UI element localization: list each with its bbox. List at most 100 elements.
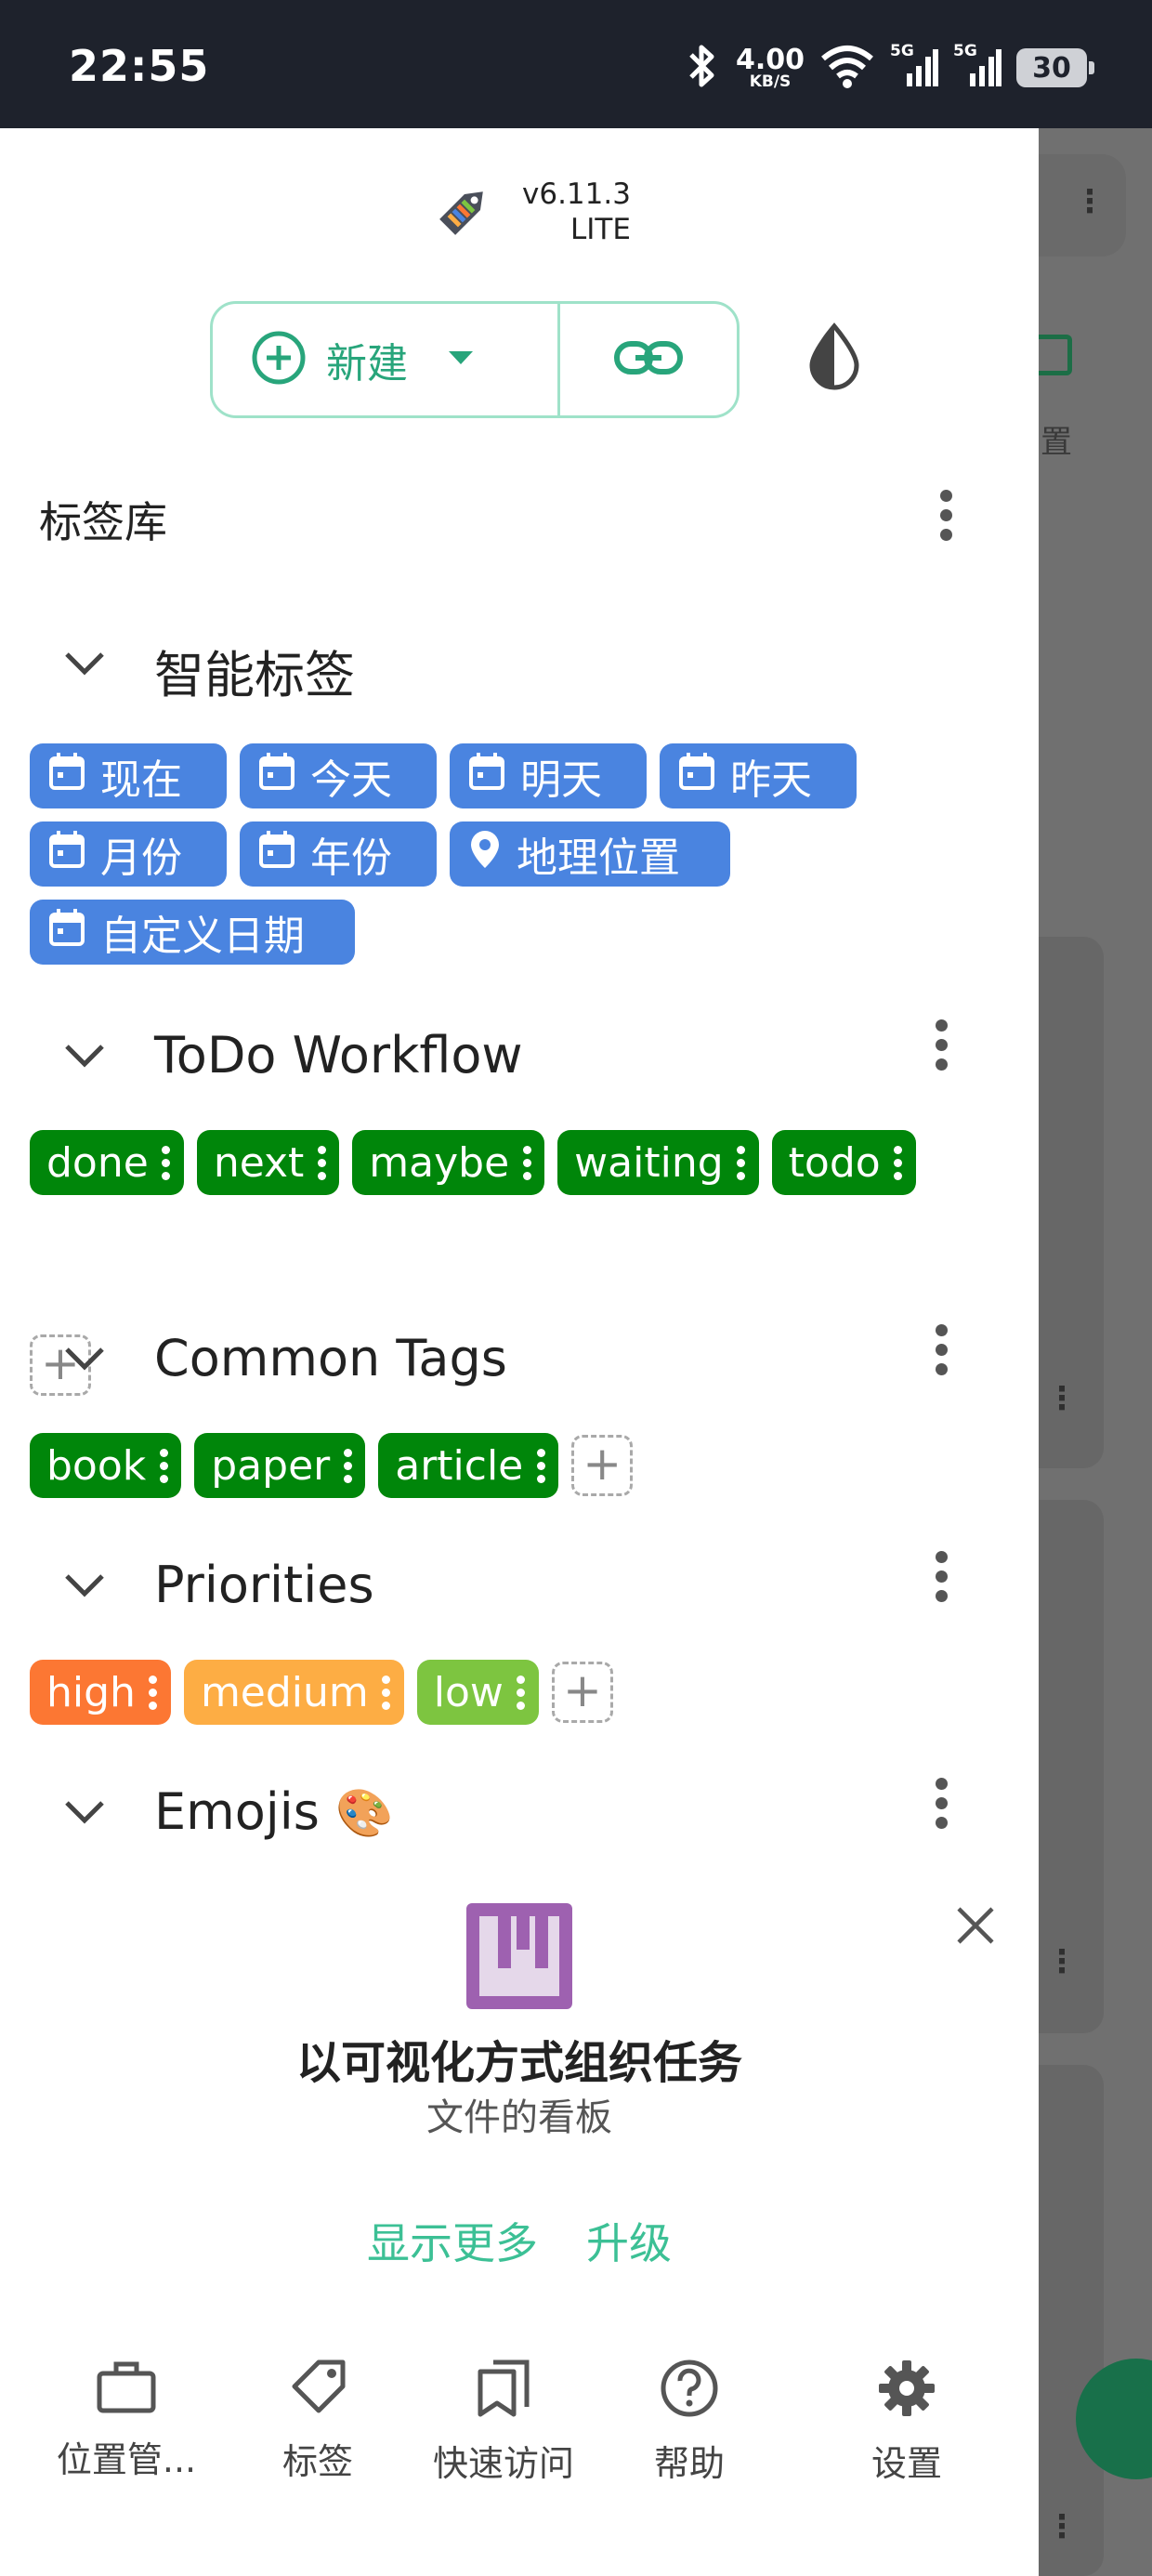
more-vertical-icon[interactable] [517,1145,537,1180]
bottom-navigation: 位置管... 标签 快速访问 帮助 设置 [0,2359,1039,2544]
app-version: v6.11.3 LITE [522,177,631,247]
tag-book[interactable]: book [30,1433,182,1498]
version-number: v6.11.3 [522,177,631,211]
workflow-tags-row: done next maybe waiting todo [30,1130,916,1195]
calendar-icon [258,830,295,879]
plus-icon: + [583,1437,622,1491]
calendar-icon [258,752,295,801]
more-vertical-icon[interactable] [376,1675,397,1710]
nav-settings[interactable]: 设置 [823,2359,990,2486]
group-more-button[interactable] [915,1312,967,1387]
chevron-down-icon[interactable] [61,1035,108,1076]
group-header-smart: 智能标签 [0,621,1039,704]
smart-tag-geolocation[interactable]: 地理位置 [450,821,730,887]
group-title: Common Tags [154,1329,507,1387]
close-icon[interactable] [949,1899,1001,1952]
network-speed: 4.00 KB/S [735,43,805,91]
smart-tag-month[interactable]: 月份 [30,821,227,887]
group-title: 智能标签 [154,646,355,704]
more-vertical-icon[interactable] [337,1448,358,1483]
gear-icon [877,2359,936,2422]
plus-circle-icon [250,329,308,390]
tag-todo[interactable]: todo [771,1130,916,1195]
tag-low[interactable]: low [416,1660,539,1725]
help-circle-icon [660,2359,719,2422]
smart-tags-row: 现在 今天 明天 昨天 [30,743,857,808]
more-vertical-icon: ⋮ [1046,1943,1078,1980]
link-button[interactable] [560,304,737,415]
cellular-signal-icon: 5G [953,42,1001,90]
smart-tag-year[interactable]: 年份 [240,821,437,887]
smart-tags-row: 自定义日期 [30,900,355,965]
tag-high[interactable]: high [30,1660,171,1725]
group-header-common: Common Tags [0,1316,1039,1400]
chevron-down-icon[interactable] [61,1338,108,1379]
action-toolbar: 新建 [210,301,740,418]
new-button[interactable]: 新建 [213,304,560,415]
nav-locations[interactable]: 位置管... [43,2359,210,2482]
more-vertical-icon[interactable] [143,1675,164,1710]
status-time: 22:55 [69,41,210,91]
nav-tags[interactable]: 标签 [234,2359,401,2484]
smart-tag-today[interactable]: 今天 [240,743,437,808]
more-vertical-icon[interactable] [731,1145,752,1180]
background-location-icon [1039,335,1072,375]
tag-done[interactable]: done [30,1130,184,1195]
group-header-emojis: Emojis 🎨 [0,1769,1039,1853]
battery-indicator: 30 [1016,48,1094,87]
show-more-link[interactable]: 显示更多 [367,2210,538,2271]
more-vertical-icon[interactable] [156,1145,177,1180]
wifi-icon [819,44,875,92]
app-header: v6.11.3 LITE [427,165,631,258]
add-tag-button[interactable]: + [571,1435,634,1496]
tag-library-title: 标签库 [39,497,167,547]
navigation-drawer: v6.11.3 LITE 新建 标签库 智能标签 现在 今天 明天 昨天 月份 … [0,128,1039,2576]
contrast-drop-icon [806,322,862,395]
group-title: Emojis 🎨 [154,1782,394,1841]
more-vertical-icon[interactable] [888,1145,909,1180]
more-vertical-icon[interactable] [511,1675,531,1710]
more-vertical-icon: ⋮ [1074,183,1106,220]
nav-help[interactable]: 帮助 [606,2359,773,2486]
calendar-icon [48,830,85,879]
more-vertical-icon[interactable] [153,1448,174,1483]
upgrade-link[interactable]: 升级 [586,2210,672,2271]
link-icon [613,338,684,381]
group-more-button[interactable] [915,1539,967,1613]
plus-icon: + [562,1663,602,1717]
promo-subtitle: 文件的看板 [426,2096,612,2139]
tag-next[interactable]: next [196,1130,340,1195]
caret-down-icon [447,348,475,371]
background-toolbar: ⋮ [1039,154,1126,256]
priority-tags-row: high medium low + [30,1660,613,1725]
tag-paper[interactable]: paper [194,1433,366,1498]
chevron-down-icon[interactable] [61,643,108,684]
tag-waiting[interactable]: waiting [557,1130,759,1195]
add-tag-button[interactable]: + [551,1662,613,1723]
theme-toggle-button[interactable] [801,320,868,398]
calendar-icon [468,752,505,801]
cellular-signal-icon: 5G [890,42,938,90]
location-pin-icon [468,829,502,880]
library-more-button[interactable] [920,478,972,552]
smart-tag-yesterday[interactable]: 昨天 [660,743,857,808]
promo-title: 以可视化方式组织任务 [295,2037,742,2089]
smart-tag-now[interactable]: 现在 [30,743,227,808]
group-more-button[interactable] [915,1007,967,1082]
group-more-button[interactable] [915,1766,967,1840]
smart-tag-custom-date[interactable]: 自定义日期 [30,900,355,965]
promo-actions: 显示更多 升级 [0,2210,1039,2271]
tag-maybe[interactable]: maybe [352,1130,545,1195]
briefcase-icon [96,2359,157,2418]
background-app-scrim[interactable]: ⋮ 置 ⋮ ⋮ ⋮ [1039,128,1152,2576]
tag-medium[interactable]: medium [183,1660,404,1725]
background-label: 置 [1041,424,1072,461]
chevron-down-icon[interactable] [61,1565,108,1606]
smart-tag-tomorrow[interactable]: 明天 [450,743,647,808]
more-vertical-icon[interactable] [311,1145,332,1180]
more-vertical-icon[interactable] [530,1448,551,1483]
chevron-down-icon[interactable] [61,1792,108,1833]
edition-label: LITE [570,213,631,246]
nav-quick-access[interactable]: 快速访问 [420,2359,587,2486]
tag-article[interactable]: article [378,1433,559,1498]
